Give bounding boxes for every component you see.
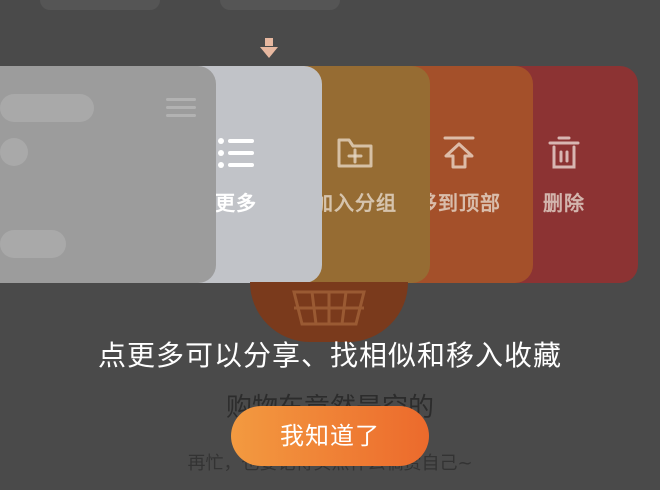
- skeleton-line: [0, 138, 28, 166]
- clipped-item: [220, 0, 340, 10]
- top-clipped-bar: [0, 0, 660, 12]
- arrow-down-icon: [257, 38, 281, 62]
- more-label: 更多: [215, 191, 257, 215]
- got-it-button[interactable]: 我知道了: [231, 406, 429, 466]
- empty-cart-illustration: [250, 282, 408, 342]
- guide-text: 点更多可以分享、找相似和移入收藏: [97, 339, 562, 372]
- arrow-to-top-icon: [439, 133, 479, 173]
- list-icon: [216, 133, 256, 173]
- clipped-item: [40, 0, 160, 10]
- skeleton-line: [0, 94, 94, 122]
- trash-icon: [544, 133, 584, 173]
- skeleton-line: [0, 230, 66, 258]
- add-to-group-label: 加入分组: [313, 191, 397, 215]
- drag-handle-icon: [166, 96, 196, 120]
- folder-plus-icon: [335, 133, 375, 173]
- delete-label: 删除: [543, 191, 585, 215]
